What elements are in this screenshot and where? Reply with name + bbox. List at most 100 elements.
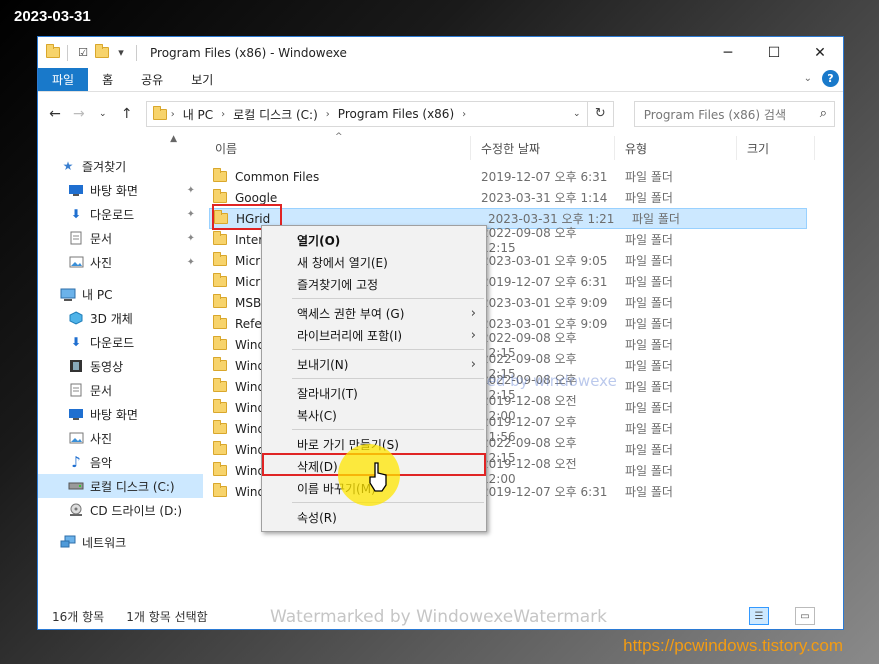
menu-item-open-new-window[interactable]: 새 창에서 열기(E) [262, 251, 486, 273]
file-type: 파일 폴더 [625, 338, 673, 352]
nav-item-pc-downloads[interactable]: ⬇ 다운로드 [38, 330, 203, 354]
nav-quick-access[interactable]: ★ 즐겨찾기 [38, 154, 203, 178]
column-header-type[interactable]: 유형 [615, 136, 737, 160]
folder-icon [213, 336, 227, 350]
pin-icon[interactable]: ✦ [187, 257, 195, 268]
close-button[interactable]: ✕ [797, 37, 843, 68]
folder-icon [213, 441, 227, 455]
document-icon [68, 383, 84, 397]
nav-item-videos[interactable]: 동영상 [38, 354, 203, 378]
document-icon [68, 231, 84, 245]
new-folder-icon[interactable] [95, 44, 109, 58]
search-input[interactable]: Program Files (x86) 검색 ⌕ [633, 101, 835, 127]
address-bar[interactable]: › 내 PC › 로컬 디스크 (C:) › Program Files (x8… [145, 101, 614, 127]
nav-item-local-disk[interactable]: 로컬 디스크 (C:) [38, 474, 203, 498]
watermark-bottom: Watermarked by WindowexeWatermark [270, 607, 608, 627]
folder-icon [152, 105, 167, 120]
menu-item-pin-quick-access[interactable]: 즐겨찾기에 고정 [262, 273, 486, 295]
chevron-right-icon[interactable]: › [171, 109, 175, 120]
nav-item-downloads[interactable]: ⬇ 다운로드 ✦ [38, 202, 203, 226]
pin-icon[interactable]: ✦ [187, 233, 195, 244]
customize-qat-icon[interactable]: ▾ [113, 45, 129, 61]
large-icons-view-icon[interactable]: ▭ [795, 607, 815, 625]
download-icon: ⬇ [70, 335, 82, 349]
file-type: 파일 폴더 [625, 191, 673, 205]
tab-home[interactable]: 홈 [88, 68, 127, 91]
menu-item-copy[interactable]: 복사(C) [262, 404, 486, 426]
nav-this-pc[interactable]: 내 PC [38, 282, 203, 306]
file-type: 파일 폴더 [625, 254, 673, 268]
menu-item-cut[interactable]: 잘라내기(T) [262, 382, 486, 404]
nav-item-documents[interactable]: 문서 ✦ [38, 226, 203, 250]
pin-icon[interactable]: ✦ [187, 185, 195, 196]
forward-icon[interactable]: → [70, 106, 88, 122]
file-type: 파일 폴더 [625, 317, 673, 331]
nav-item-music[interactable]: ♪ 음악 [38, 450, 203, 474]
nav-network[interactable]: 네트워크 [38, 530, 203, 554]
search-icon[interactable]: ⌕ [820, 106, 827, 121]
file-type: 파일 폴더 [625, 296, 673, 310]
chevron-right-icon[interactable]: › [462, 109, 466, 120]
address-dropdown-icon[interactable]: ⌄ [567, 109, 587, 119]
music-note-icon: ♪ [71, 453, 81, 471]
column-header-size[interactable]: 크기 [737, 136, 815, 160]
help-icon[interactable]: ? [822, 70, 839, 87]
file-type: 파일 폴더 [632, 212, 680, 226]
cd-drive-icon [68, 503, 84, 517]
chevron-right-icon: › [470, 356, 476, 372]
nav-item-pc-desktop[interactable]: 바탕 화면 [38, 402, 203, 426]
menu-item-give-access[interactable]: 액세스 권한 부여 (G) › [262, 302, 486, 324]
back-icon[interactable]: ← [46, 106, 64, 122]
nav-item-3d-objects[interactable]: 3D 개체 [38, 306, 203, 330]
nav-item-desktop[interactable]: 바탕 화면 ✦ [38, 178, 203, 202]
recent-dropdown-icon[interactable]: ⌄ [94, 109, 112, 119]
file-date: 2022-09-08 오후 12:15 [481, 226, 577, 255]
breadcrumb-this-pc[interactable]: 내 PC [183, 106, 213, 123]
table-row[interactable]: Common Files 2019-12-07 오후 6:31 파일 폴더 [203, 166, 843, 187]
column-headers: 이름 수정한 날짜 유형 크기 [203, 136, 843, 160]
window-title: Program Files (x86) - Windowexe [150, 45, 347, 60]
tab-file[interactable]: 파일 [38, 68, 89, 91]
item-count: 16개 항목 [52, 609, 105, 624]
minimize-button[interactable]: ─ [705, 37, 751, 68]
file-type: 파일 폴더 [625, 275, 673, 289]
file-name: Common Files [235, 169, 320, 184]
date-overlay: 2023-03-31 [14, 8, 91, 25]
tab-share[interactable]: 공유 [127, 68, 177, 91]
menu-item-properties[interactable]: 속성(R) [262, 506, 486, 528]
tab-view[interactable]: 보기 [177, 68, 227, 91]
table-row[interactable]: Google 2023-03-31 오후 1:14 파일 폴더 [203, 187, 843, 208]
breadcrumb-local-disk[interactable]: 로컬 디스크 (C:) [233, 106, 318, 123]
chevron-right-icon[interactable]: › [326, 109, 330, 120]
scroll-up-icon[interactable]: ▲ [170, 134, 177, 144]
expand-ribbon-icon[interactable]: ⌄ [804, 73, 812, 84]
pin-icon[interactable]: ✦ [187, 209, 195, 220]
nav-item-cd-drive[interactable]: CD 드라이브 (D:) [38, 498, 203, 522]
selected-count: 1개 항목 선택함 [126, 609, 208, 624]
folder-icon [213, 483, 227, 497]
file-type: 파일 폴더 [625, 464, 673, 478]
nav-item-pc-documents[interactable]: 문서 [38, 378, 203, 402]
details-view-icon[interactable]: ☰ [749, 607, 769, 625]
file-type: 파일 폴더 [625, 485, 673, 499]
chevron-right-icon[interactable]: › [221, 109, 225, 120]
folder-icon [213, 357, 227, 371]
up-icon[interactable]: ↑ [118, 106, 136, 122]
folder-icon [213, 252, 227, 266]
navigation-pane: ▲ ★ 즐겨찾기 바탕 화면 ✦ ⬇ 다운로드 ✦ 문서 ✦ 사진 ✦ 내 PC… [38, 134, 203, 607]
menu-item-include-library[interactable]: 라이브러리에 포함(I) › [262, 324, 486, 346]
refresh-icon[interactable]: ↻ [586, 102, 613, 126]
file-type: 파일 폴더 [625, 359, 673, 373]
sort-ascending-icon: ^ [335, 132, 343, 142]
folder-icon [213, 462, 227, 476]
column-header-date[interactable]: 수정한 날짜 [471, 136, 615, 160]
menu-item-send-to[interactable]: 보내기(N) › [262, 353, 486, 375]
breadcrumb-program-files[interactable]: Program Files (x86) [338, 107, 454, 121]
nav-item-pc-pictures[interactable]: 사진 [38, 426, 203, 450]
menu-item-open[interactable]: 열기(O) [262, 229, 486, 251]
file-date: 2023-03-01 오후 9:05 [481, 254, 608, 268]
file-date: 2019-12-07 오후 6:31 [481, 170, 608, 184]
maximize-button[interactable]: ☐ [751, 37, 797, 68]
properties-icon[interactable]: ☑ [75, 45, 91, 61]
nav-item-pictures[interactable]: 사진 ✦ [38, 250, 203, 274]
